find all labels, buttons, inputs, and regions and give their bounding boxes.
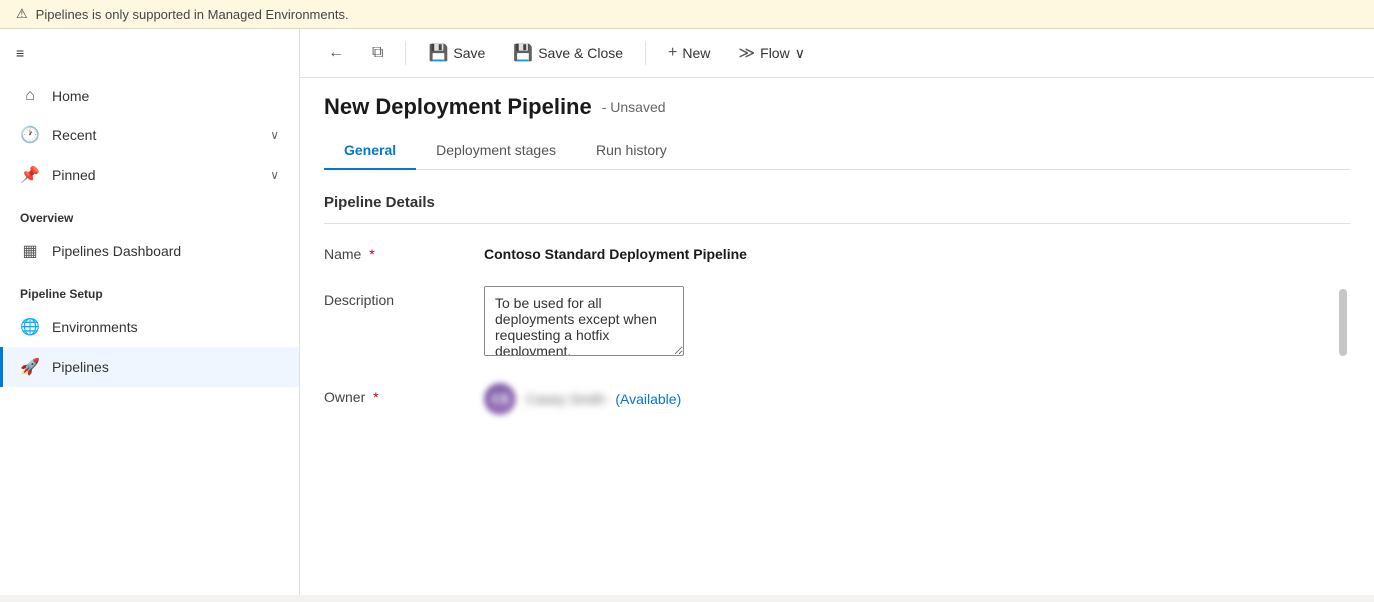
tabs: General Deployment stages Run history	[324, 132, 1350, 170]
dashboard-icon: ▦	[20, 241, 40, 261]
plus-icon: +	[668, 44, 677, 62]
new-label: New	[682, 45, 710, 61]
save-close-icon: 💾	[513, 43, 533, 63]
sidebar-item-recent[interactable]: 🕐 Recent ∨	[0, 115, 299, 155]
name-required-indicator: *	[369, 246, 374, 262]
owner-required-indicator: *	[373, 389, 378, 405]
recent-icon: 🕐	[20, 125, 40, 145]
sidebar-item-home[interactable]: ⌂ Home	[0, 77, 299, 115]
warning-icon: ⚠	[16, 6, 28, 22]
section-title: Pipeline Details	[324, 194, 1350, 224]
window-button[interactable]: ⧉	[360, 38, 395, 68]
description-label: Description	[324, 286, 484, 308]
tab-general[interactable]: General	[324, 132, 416, 170]
description-textarea[interactable]	[484, 286, 684, 356]
name-field: Name * Contoso Standard Deployment Pipel…	[324, 240, 1350, 262]
sidebar-item-pipelines[interactable]: 🚀 Pipelines	[0, 347, 299, 387]
sidebar-section-pipeline-setup: Pipeline Setup	[0, 271, 299, 307]
chevron-down-icon: ∨	[270, 128, 279, 142]
name-value: Contoso Standard Deployment Pipeline	[484, 240, 1350, 262]
sidebar-section-overview: Overview	[0, 195, 299, 231]
window-icon: ⧉	[372, 44, 383, 62]
name-label: Name *	[324, 240, 484, 262]
back-button[interactable]: ←	[316, 38, 356, 68]
page-title: New Deployment Pipeline	[324, 94, 592, 120]
toolbar-divider	[405, 41, 406, 65]
owner-field: Owner * CS Casey Smith (Available)	[324, 383, 1350, 415]
save-icon: 💾	[428, 43, 448, 63]
sidebar-item-label: Home	[52, 88, 279, 104]
owner-name: Casey Smith	[526, 391, 605, 407]
toolbar: ← ⧉ 💾 Save 💾 Save & Close + New ≫ Flow	[300, 29, 1374, 78]
back-arrow-icon: ←	[328, 44, 344, 62]
sidebar-item-pipelines-dashboard[interactable]: ▦ Pipelines Dashboard	[0, 231, 299, 271]
flow-label: Flow	[760, 45, 790, 61]
page-status: - Unsaved	[602, 99, 666, 115]
page-header: New Deployment Pipeline - Unsaved Genera…	[300, 78, 1374, 170]
globe-icon: 🌐	[20, 317, 40, 337]
new-button[interactable]: + New	[656, 38, 722, 68]
top-banner: ⚠ Pipelines is only supported in Managed…	[0, 0, 1374, 29]
form-content: Pipeline Details Name * Contoso Standard…	[300, 170, 1374, 595]
save-label: Save	[453, 45, 485, 61]
tab-deployment-stages[interactable]: Deployment stages	[416, 132, 576, 170]
sidebar-item-pinned[interactable]: 📌 Pinned ∨	[0, 155, 299, 195]
flow-chevron-icon: ∨	[795, 45, 805, 62]
flow-button[interactable]: ≫ Flow ∨	[726, 37, 817, 69]
sidebar-item-label: Pinned	[52, 167, 258, 183]
pipeline-icon: 🚀	[20, 357, 40, 377]
description-field: Description	[324, 286, 1350, 359]
owner-status: (Available)	[615, 391, 681, 407]
sidebar-item-label: Pipelines Dashboard	[52, 243, 279, 259]
owner-label: Owner *	[324, 383, 484, 405]
home-icon: ⌂	[20, 87, 40, 105]
tab-run-history[interactable]: Run history	[576, 132, 687, 170]
scrollbar-handle[interactable]	[1339, 289, 1347, 356]
avatar: CS	[484, 383, 516, 415]
save-close-label: Save & Close	[538, 45, 623, 61]
save-button[interactable]: 💾 Save	[416, 37, 497, 69]
hamburger-menu-button[interactable]: ≡	[0, 29, 299, 77]
pin-icon: 📌	[20, 165, 40, 185]
main-content: ← ⧉ 💾 Save 💾 Save & Close + New ≫ Flow	[300, 29, 1374, 595]
sidebar-item-label: Recent	[52, 127, 258, 143]
owner-row: CS Casey Smith (Available)	[484, 383, 681, 415]
chevron-down-icon: ∨	[270, 168, 279, 182]
banner-message: Pipelines is only supported in Managed E…	[36, 7, 349, 22]
page-title-row: New Deployment Pipeline - Unsaved	[324, 94, 1350, 120]
sidebar-item-label: Pipelines	[52, 359, 279, 375]
save-close-button[interactable]: 💾 Save & Close	[501, 37, 635, 69]
sidebar-item-label: Environments	[52, 319, 279, 335]
flow-icon: ≫	[738, 43, 755, 63]
toolbar-divider-2	[645, 41, 646, 65]
sidebar-item-environments[interactable]: 🌐 Environments	[0, 307, 299, 347]
description-textarea-wrapper	[484, 286, 1350, 359]
sidebar: ≡ ⌂ Home 🕐 Recent ∨ 📌 Pinned ∨ Overview …	[0, 29, 300, 595]
